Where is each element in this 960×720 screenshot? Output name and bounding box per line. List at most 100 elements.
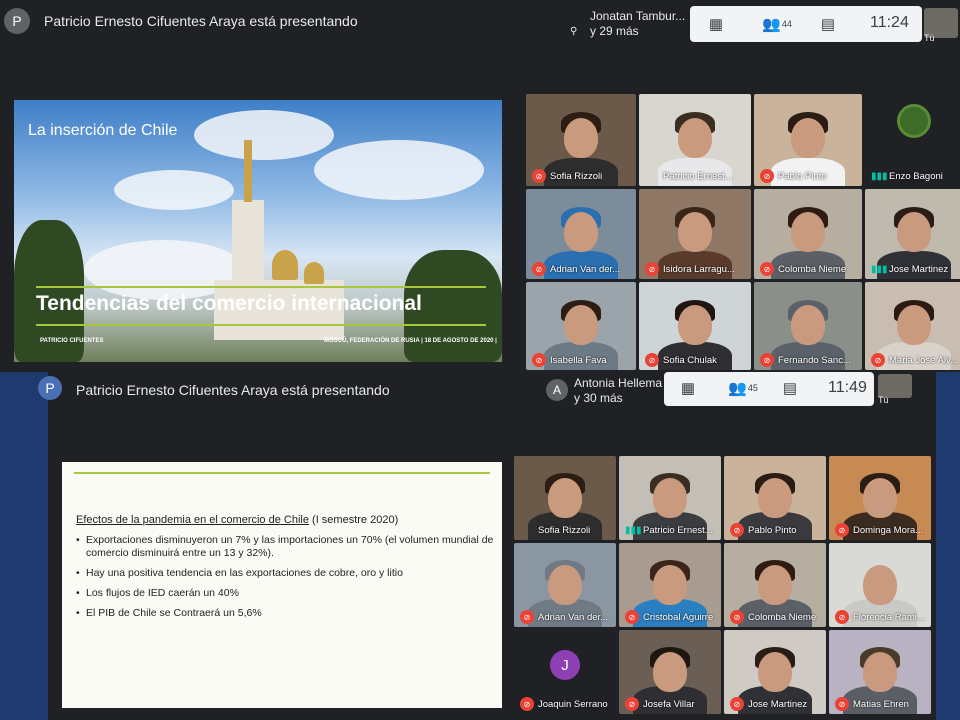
self-label: Tú xyxy=(878,395,889,405)
speaking-indicator-icon: ▮▮▮ xyxy=(625,525,642,536)
mic-off-icon: ⊘ xyxy=(520,610,534,624)
participant-face xyxy=(758,564,792,605)
participant-name: Jonatan Tambur... xyxy=(590,9,686,23)
participant-name: Patricio Ernest... xyxy=(643,525,713,536)
participant-face xyxy=(564,212,598,253)
speaking-indicator-icon: ▮▮▮ xyxy=(871,264,888,275)
chat-icon[interactable]: ▤ xyxy=(818,14,838,34)
slide-bullet: El PIB de Chile se Contraerá un 5,6% xyxy=(76,607,494,620)
participant-tile[interactable]: ⊘ Sofia Rizzoli xyxy=(526,94,636,186)
participant-face xyxy=(678,212,712,253)
slide-bullet: Los flujos de IED caerán un 40% xyxy=(76,587,494,600)
mic-off-icon: ⊘ xyxy=(760,353,774,367)
participant-grid: ⊘ Sofia Rizzoli Patricio Ernest... ⊘ Pablo P… xyxy=(526,94,960,370)
participants-more: y 29 más xyxy=(590,24,639,38)
participant-tile[interactable]: ⊘ Adrian Van der... xyxy=(514,543,616,627)
mic-off-icon: ⊘ xyxy=(760,262,774,276)
participant-tile[interactable]: ▮▮▮ Patricio Ernest... xyxy=(619,456,721,540)
participant-face xyxy=(678,117,712,158)
participants-summary[interactable]: Jonatan Tambur... y 29 más xyxy=(590,9,685,39)
participant-name: Dominga Mora... xyxy=(853,525,924,536)
participant-tile[interactable]: Patricio Ernest... xyxy=(639,94,751,186)
participant-tile[interactable]: ⊘ Matias Ehren xyxy=(829,630,931,714)
participant-tile[interactable]: ▮▮▮ Jose Martinez xyxy=(865,189,960,279)
people-icon[interactable]: 👥 44 xyxy=(762,14,792,34)
slide-heading-rest: (I semestre 2020) xyxy=(308,514,399,526)
grid-layout-icon[interactable]: ▦ xyxy=(678,378,698,398)
participant-tile[interactable]: ⊘ Dominga Mora... xyxy=(829,456,931,540)
participant-tile[interactable]: ⊘ Adrian Van der... xyxy=(526,189,636,279)
participant-tile[interactable]: ⊘ Sofia Chulak xyxy=(639,282,751,370)
participant-name: Joaquin Serrano xyxy=(538,699,608,710)
mic-off-icon: ⊘ xyxy=(730,610,744,624)
participant-face xyxy=(863,564,897,605)
slide-bullet: Hay una positiva tendencia en las export… xyxy=(76,567,494,580)
participant-tile[interactable]: J ⊘ Joaquin Serrano xyxy=(514,630,616,714)
cathedral-dome xyxy=(272,250,298,280)
participant-tile[interactable]: ⊘ Cristobal Aguirre xyxy=(619,543,721,627)
participant-name: Florencia Rami... xyxy=(853,612,925,623)
participant-name: Sofia Chulak xyxy=(663,355,717,366)
presentation-slide: Efectos de la pandemia en el comercio de… xyxy=(62,462,502,708)
participant-name: Enzo Bagoni xyxy=(889,171,943,182)
mic-off-icon: ⊘ xyxy=(520,697,534,711)
participant-face xyxy=(548,564,582,605)
participant-face xyxy=(653,651,687,692)
slide-bullet-list: Exportaciones disminuyeron un 7% y las i… xyxy=(76,534,494,627)
participant-face xyxy=(791,212,825,253)
mic-off-icon: ⊘ xyxy=(760,169,774,183)
participant-name: Pablo Pinto xyxy=(748,525,797,536)
people-icon[interactable]: 👥 45 xyxy=(728,378,758,398)
participant-tile[interactable]: ⊘ Pablo Pinto xyxy=(724,456,826,540)
mic-off-icon: ⊘ xyxy=(532,262,546,276)
mic-off-icon: ⊘ xyxy=(625,697,639,711)
grid-layout-icon[interactable]: ▦ xyxy=(706,14,726,34)
participant-face xyxy=(678,304,712,345)
participant-tile[interactable]: ⊘ Josefa Villar xyxy=(619,630,721,714)
participant-name: Maria Jose Alv... xyxy=(889,355,958,366)
pin-icon[interactable]: ⚲ xyxy=(570,26,577,37)
participant-face xyxy=(548,477,582,518)
chat-icon[interactable]: ▤ xyxy=(780,378,800,398)
participant-tile[interactable]: ⊘ Jose Martinez xyxy=(724,630,826,714)
presenting-label: Patricio Ernesto Cifuentes Araya está pr… xyxy=(76,382,390,398)
participant-tile[interactable]: ⊘ Isidora Larragu... xyxy=(639,189,751,279)
mic-off-icon: ⊘ xyxy=(645,262,659,276)
participant-name: Adrian Van der... xyxy=(550,264,621,275)
participant-name: Pablo Pinto xyxy=(778,171,827,182)
participant-tile[interactable]: ⊘ Isabella Fava xyxy=(526,282,636,370)
participant-name: Colomba Nieme xyxy=(778,264,847,275)
participant-name: Jose Martinez xyxy=(748,699,808,710)
participants-summary[interactable]: Antonia Hellema y 30 más xyxy=(574,376,662,406)
slide-cloud xyxy=(194,110,334,160)
participant-tile[interactable]: ▮▮▮ Enzo Bagoni xyxy=(865,94,960,186)
participant-tile[interactable]: Sofia Rizzoli xyxy=(514,456,616,540)
presenting-label: Patricio Ernesto Cifuentes Araya está pr… xyxy=(44,13,358,29)
participant-tile[interactable]: ⊘ Colomba Nieme xyxy=(724,543,826,627)
self-label: Tú xyxy=(924,33,935,43)
participant-name: Isidora Larragu... xyxy=(663,264,735,275)
slide-location-date: MOSCÚ, FEDERACIÓN DE RUSIA | 18 DE AGOST… xyxy=(324,338,497,344)
participant-tile[interactable]: ⊘ Florencia Rami... xyxy=(829,543,931,627)
participant-face xyxy=(653,477,687,518)
mic-off-icon: ⊘ xyxy=(532,169,546,183)
participant-tile[interactable]: ⊘ Colomba Nieme xyxy=(754,189,862,279)
participant-name: Matias Ehren xyxy=(853,699,909,710)
mic-off-icon: ⊘ xyxy=(625,610,639,624)
clock-time: 11:24 xyxy=(870,14,909,31)
participant-name: Cristobal Aguirre xyxy=(643,612,714,623)
participant-name: Adrian Van der... xyxy=(538,612,609,623)
people-count: 45 xyxy=(747,383,758,393)
participant-avatar xyxy=(897,104,931,138)
slide-cloud xyxy=(314,140,484,200)
participant-face xyxy=(897,212,931,253)
mic-off-icon: ⊘ xyxy=(730,523,744,537)
participant-tile[interactable]: ⊘ Maria Jose Alv... xyxy=(865,282,960,370)
slide-accent-bar xyxy=(36,324,486,326)
participant-grid: Sofia Rizzoli ▮▮▮ Patricio Ernest... ⊘ Pablo… xyxy=(514,456,931,714)
participant-tile[interactable]: ⊘ Fernando Sanc... xyxy=(754,282,862,370)
participant-face xyxy=(758,651,792,692)
speaking-indicator-icon: ▮▮▮ xyxy=(871,171,888,182)
participant-tile[interactable]: ⊘ Pablo Pinto xyxy=(754,94,862,186)
people-count: 44 xyxy=(781,19,792,29)
